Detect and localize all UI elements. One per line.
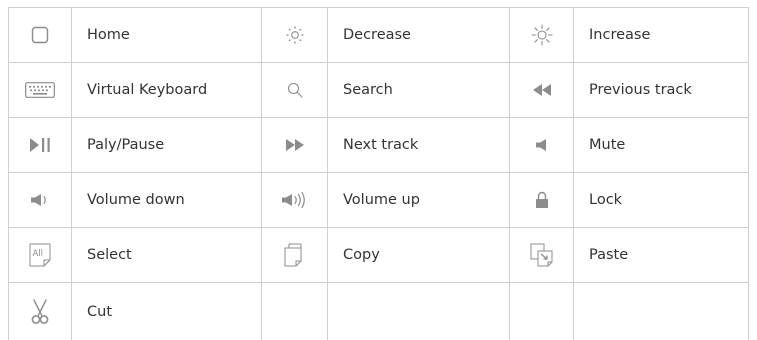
table-row: Paly/Pause Next track Mute bbox=[9, 118, 749, 173]
table-row: Home Decrease bbox=[9, 8, 749, 63]
key-label: Cut bbox=[72, 283, 262, 340]
key-label: Volume up bbox=[328, 173, 510, 228]
volume-up-icon bbox=[282, 191, 308, 209]
table-row: All Select Copy bbox=[9, 228, 749, 283]
key-label: Search bbox=[328, 63, 510, 118]
svg-text:All: All bbox=[33, 249, 44, 259]
next-track-icon bbox=[285, 139, 305, 151]
key-label: Increase bbox=[574, 8, 749, 63]
key-label: Next track bbox=[328, 118, 510, 173]
cut-icon bbox=[30, 299, 50, 325]
key-label: Paste bbox=[574, 228, 749, 283]
empty-cell bbox=[262, 283, 328, 340]
select-all-icon: All bbox=[29, 243, 51, 267]
function-keys-table: Home Decrease bbox=[8, 7, 749, 340]
key-label: Select bbox=[72, 228, 262, 283]
copy-icon bbox=[284, 243, 306, 267]
lock-icon bbox=[535, 191, 549, 209]
home-icon bbox=[31, 26, 49, 44]
empty-cell bbox=[328, 283, 510, 340]
paste-icon bbox=[530, 243, 554, 267]
previous-track-icon bbox=[532, 84, 552, 96]
brightness-decrease-icon bbox=[285, 25, 305, 45]
play-pause-icon bbox=[29, 138, 51, 152]
key-label: Copy bbox=[328, 228, 510, 283]
table-row: Volume down Volume up bbox=[9, 173, 749, 228]
virtual-keyboard-icon bbox=[25, 82, 55, 98]
brightness-increase-icon bbox=[531, 24, 553, 46]
key-label: Previous track bbox=[574, 63, 749, 118]
empty-cell bbox=[574, 283, 749, 340]
key-label: Lock bbox=[574, 173, 749, 228]
key-label: Decrease bbox=[328, 8, 510, 63]
table-row: Cut bbox=[9, 283, 749, 340]
key-label: Volume down bbox=[72, 173, 262, 228]
table-row: Virtual Keyboard Search Previous track bbox=[9, 63, 749, 118]
key-label: Mute bbox=[574, 118, 749, 173]
empty-cell bbox=[510, 283, 574, 340]
search-icon bbox=[287, 82, 303, 98]
key-label: Home bbox=[72, 8, 262, 63]
key-label: Paly/Pause bbox=[72, 118, 262, 173]
key-label: Virtual Keyboard bbox=[72, 63, 262, 118]
mute-icon bbox=[536, 139, 548, 151]
volume-down-icon bbox=[31, 193, 49, 207]
